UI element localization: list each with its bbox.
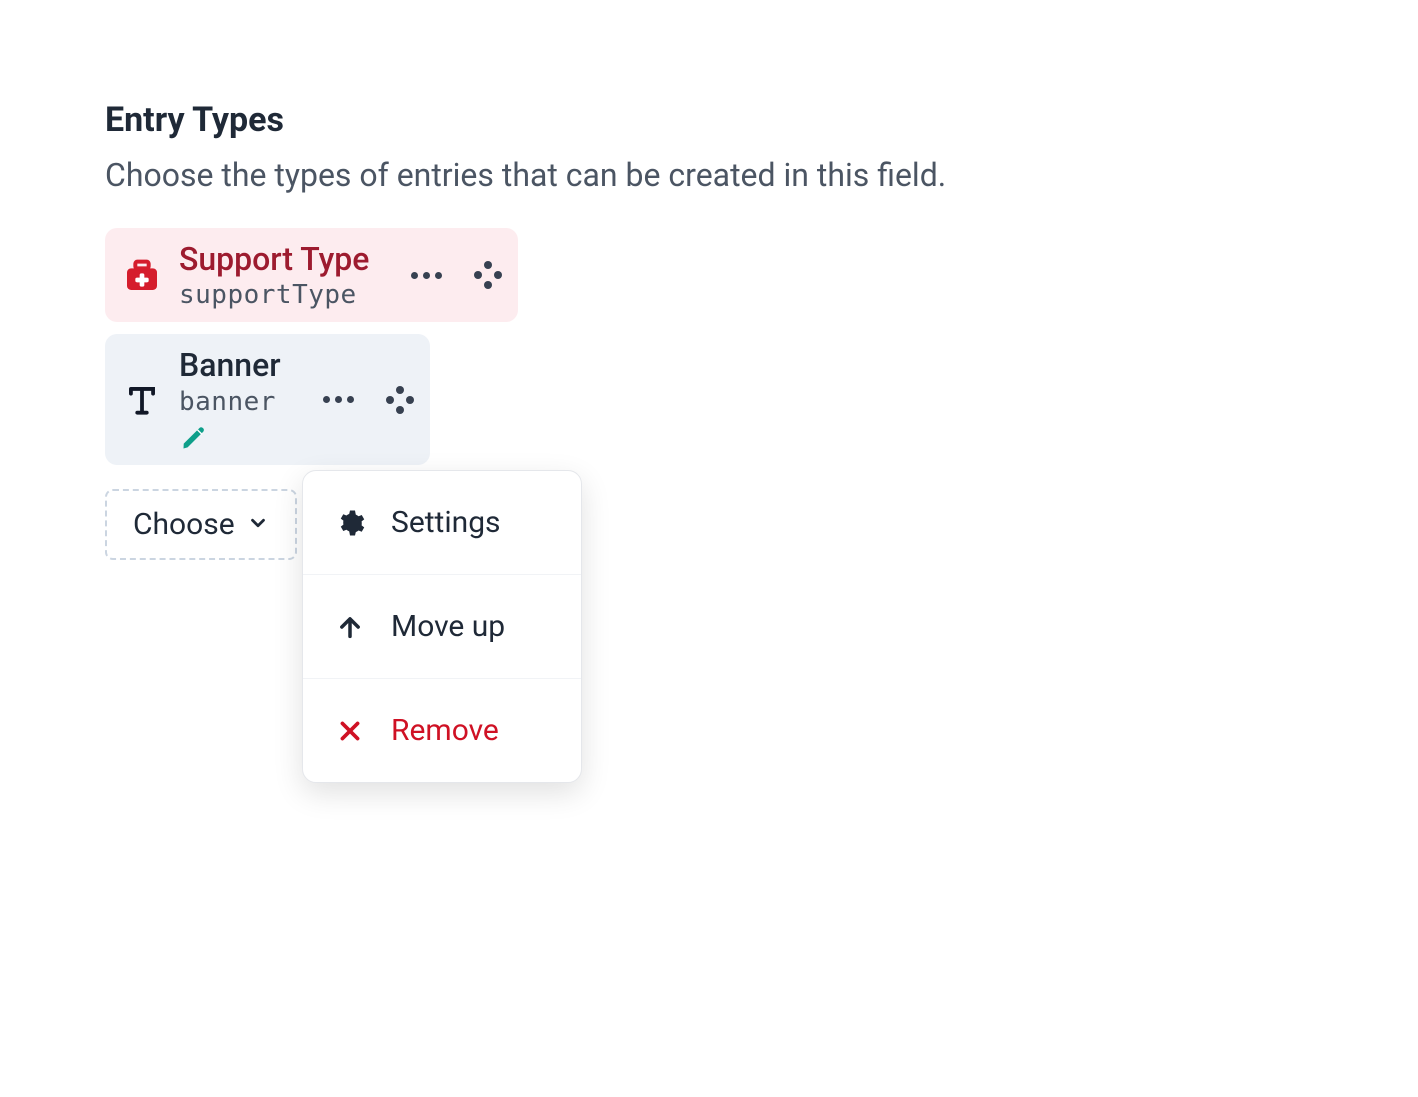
- entry-type-body: Banner banner: [179, 346, 281, 452]
- menu-item-move-up[interactable]: Move up: [303, 574, 581, 678]
- entry-type-label: Support Type: [179, 240, 369, 278]
- gear-icon: [335, 508, 365, 538]
- section-title: Entry Types: [105, 100, 1418, 140]
- entry-type-context-menu: Settings Move up Remove: [302, 470, 582, 783]
- entry-type-body: Support Type supportType: [179, 240, 369, 310]
- drag-handle-icon[interactable]: [474, 261, 502, 289]
- pencil-edit-icon[interactable]: [179, 423, 209, 453]
- choose-entry-type-button[interactable]: Choose: [105, 489, 297, 560]
- drag-handle-icon[interactable]: [386, 386, 414, 414]
- entry-type-label: Banner: [179, 346, 281, 384]
- chevron-down-icon: [247, 507, 269, 542]
- medkit-icon: [121, 254, 163, 296]
- more-menu-button[interactable]: [315, 388, 362, 411]
- menu-item-label: Move up: [391, 609, 505, 644]
- more-menu-button[interactable]: [403, 264, 450, 287]
- text-icon: [121, 379, 163, 421]
- entry-type-chip-banner[interactable]: Banner banner: [105, 334, 430, 464]
- menu-item-label: Remove: [391, 713, 499, 748]
- menu-item-settings[interactable]: Settings: [303, 471, 581, 574]
- menu-item-remove[interactable]: Remove: [303, 678, 581, 782]
- entry-type-handle: banner: [179, 387, 281, 417]
- section-description: Choose the types of entries that can be …: [105, 156, 1418, 194]
- x-icon: [335, 716, 365, 746]
- entry-type-chip-support-type[interactable]: Support Type supportType: [105, 228, 518, 322]
- choose-label: Choose: [133, 507, 235, 542]
- entry-type-handle: supportType: [179, 280, 369, 310]
- entry-type-actions: [315, 386, 414, 414]
- entry-type-actions: [403, 261, 502, 289]
- menu-item-label: Settings: [391, 505, 501, 540]
- arrow-up-icon: [335, 612, 365, 642]
